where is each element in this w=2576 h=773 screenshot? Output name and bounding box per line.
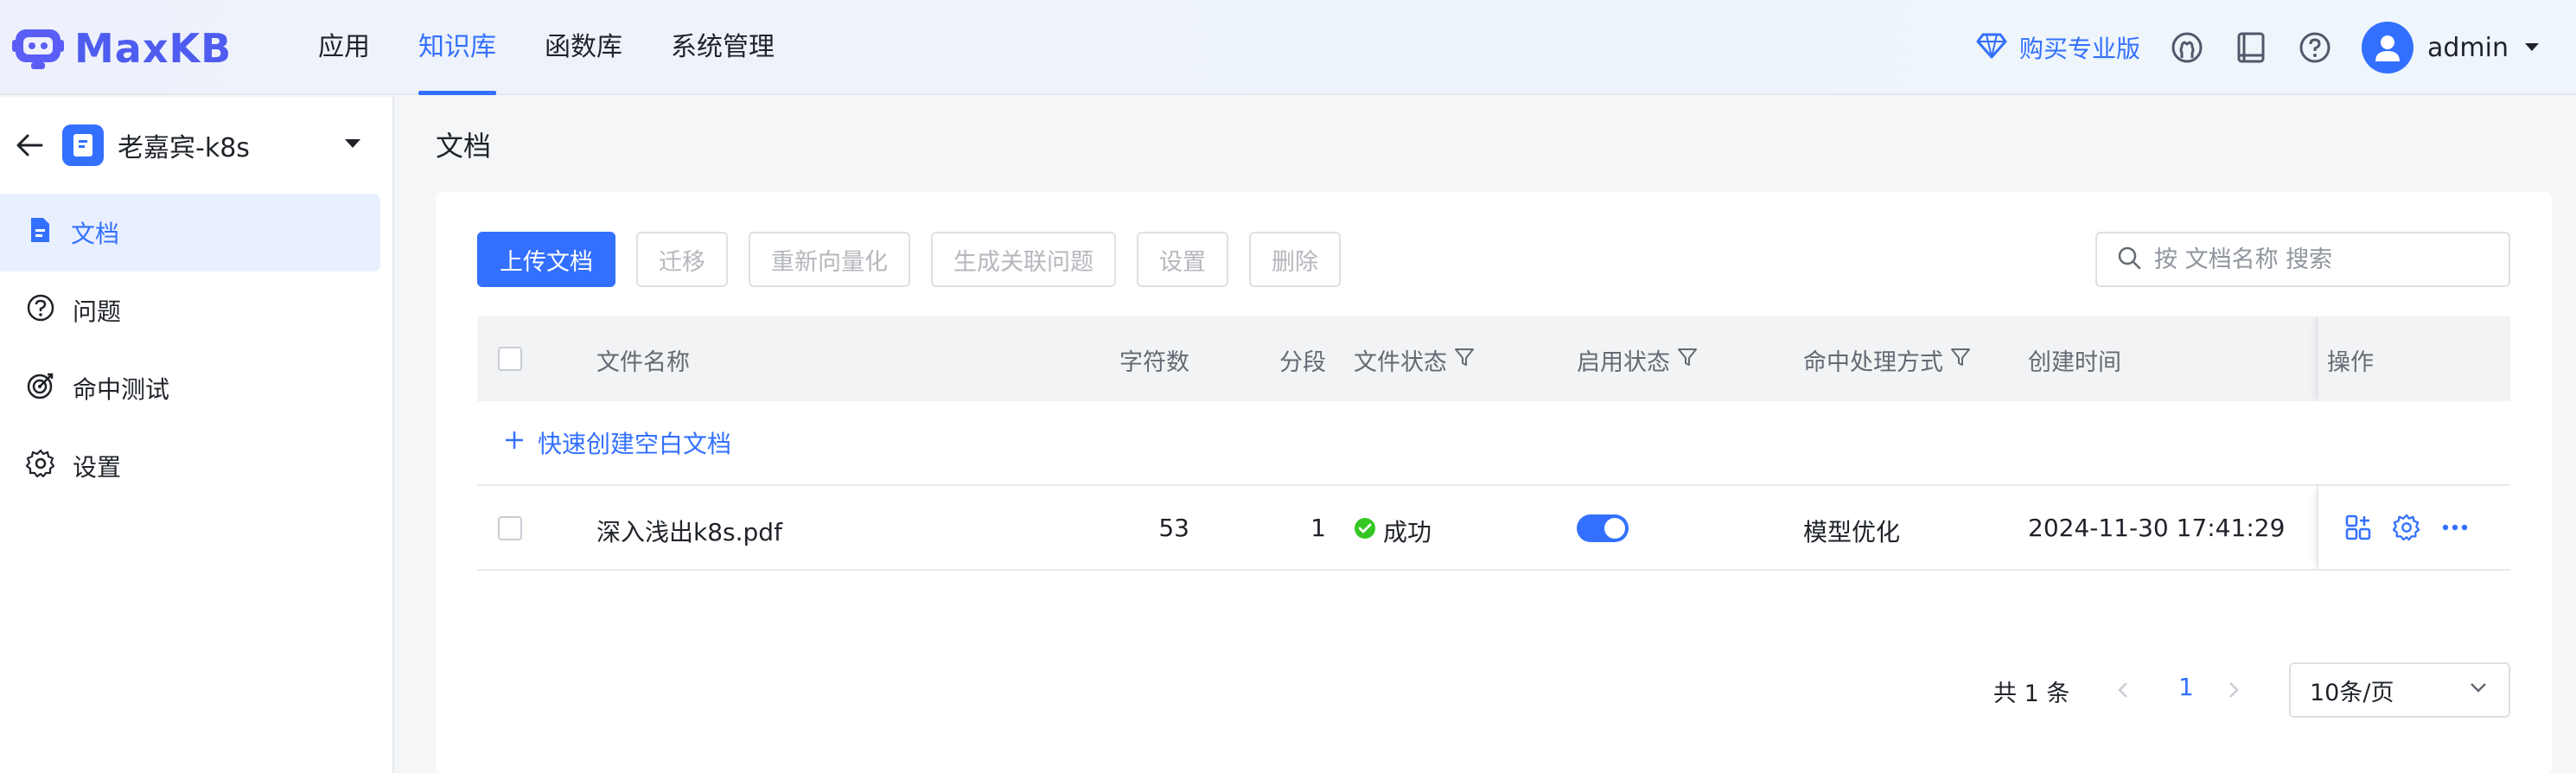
knowledge-base-icon xyxy=(62,125,104,166)
documents-table: 文件名称 字符数 分段 文件状态 启用状态 命中处理方式 创建时间 操作 快速创… xyxy=(477,316,2510,718)
col-segments: 分段 xyxy=(1279,349,1326,376)
col-chars: 字符数 xyxy=(1119,349,1189,376)
migrate-button[interactable]: 迁移 xyxy=(636,232,728,287)
sidebar-item-documents[interactable]: 文档 xyxy=(0,194,380,272)
doc-created: 2024-11-30 17:41:29 xyxy=(2028,514,2286,542)
github-icon[interactable] xyxy=(2170,30,2204,65)
filter-icon[interactable] xyxy=(1950,347,1971,374)
buy-pro-button[interactable]: 购买专业版 xyxy=(1976,29,2140,67)
col-created: 创建时间 xyxy=(2028,349,2121,376)
toolbar: 上传文档 迁移 重新向量化 生成关联问题 设置 删除 xyxy=(477,232,1341,287)
col-ops: 操作 xyxy=(2327,349,2374,376)
header-actions: 购买专业版 admin xyxy=(1976,0,2541,95)
robot-logo-icon xyxy=(12,21,64,76)
sidebar-item-label: 问题 xyxy=(73,297,122,326)
sidebar-item-label: 设置 xyxy=(73,453,122,482)
doc-hit-mode: 模型优化 xyxy=(1803,518,1901,546)
logo[interactable]: MaxKB xyxy=(12,21,232,76)
delete-button[interactable]: 删除 xyxy=(1249,232,1341,287)
doc-chars: 53 xyxy=(1158,514,1189,542)
filter-icon[interactable] xyxy=(1677,347,1698,374)
next-page-icon[interactable] xyxy=(2222,678,2246,702)
sidebar-menu: 文档 问题 命中测试 设置 xyxy=(0,194,394,505)
page-title: 文档 xyxy=(436,130,492,163)
chevron-down-icon xyxy=(2467,676,2490,705)
nav-item-system[interactable]: 系统管理 xyxy=(647,0,799,95)
col-hit-mode-label: 命中处理方式 xyxy=(1803,349,1943,376)
nav-item-functions[interactable]: 函数库 xyxy=(520,0,647,95)
sidebar-item-label: 文档 xyxy=(71,220,120,248)
document-icon xyxy=(26,216,54,250)
col-hit-mode[interactable]: 命中处理方式 xyxy=(1803,343,1971,377)
search-box[interactable] xyxy=(2095,232,2510,287)
kb-selector: 老嘉宾-k8s xyxy=(0,97,394,194)
main-nav: 应用 知识库 函数库 系统管理 xyxy=(294,0,799,95)
success-check-icon xyxy=(1354,517,1376,546)
user-menu[interactable]: admin xyxy=(2362,22,2541,73)
col-enabled[interactable]: 启用状态 xyxy=(1577,343,1698,377)
username: admin xyxy=(2427,32,2509,63)
documents-card: 上传文档 迁移 重新向量化 生成关联问题 设置 删除 文件名称 字符数 分段 文… xyxy=(436,192,2552,773)
sidebar-item-settings[interactable]: 设置 xyxy=(0,427,380,505)
revectorize-button[interactable]: 重新向量化 xyxy=(749,232,910,287)
sidebar: 老嘉宾-k8s 文档 问题 命中测试 设置 xyxy=(0,97,394,773)
doc-name[interactable]: 深入浅出k8s.pdf xyxy=(596,514,782,548)
page-size-select[interactable]: 10条/页 xyxy=(2289,662,2510,718)
pagination-total: 共 1 条 xyxy=(1993,680,2070,707)
logo-text: MaxKB xyxy=(74,25,233,72)
quick-create-doc-link[interactable]: 快速创建空白文档 xyxy=(477,401,2510,486)
plus-icon xyxy=(503,429,526,457)
ops-header-cell: 操作 xyxy=(2317,316,2510,401)
sidebar-item-hit-test[interactable]: 命中测试 xyxy=(0,349,380,427)
table-row[interactable]: 深入浅出k8s.pdf 53 1 成功 模型优化 2024-11-30 17:4… xyxy=(477,486,2510,571)
generate-questions-button[interactable]: 生成关联问题 xyxy=(931,232,1116,287)
col-name: 文件名称 xyxy=(596,349,690,376)
kb-dropdown-caret-icon[interactable] xyxy=(342,133,363,154)
page-number-current[interactable]: 1 xyxy=(2178,673,2194,701)
doc-segments: 1 xyxy=(1310,514,1326,542)
col-enabled-label: 启用状态 xyxy=(1577,349,1670,376)
caret-down-icon xyxy=(2522,33,2541,63)
pagination: 共 1 条 1 10条/页 xyxy=(477,662,2510,718)
filter-icon[interactable] xyxy=(1454,347,1475,374)
sidebar-item-label: 命中测试 xyxy=(73,375,170,404)
target-icon xyxy=(26,371,55,406)
more-icon[interactable] xyxy=(2441,514,2469,547)
gear-icon[interactable] xyxy=(2392,514,2420,547)
nav-item-knowledge[interactable]: 知识库 xyxy=(394,0,520,95)
upload-document-button[interactable]: 上传文档 xyxy=(477,232,615,287)
row-action-icons xyxy=(2344,514,2469,547)
nav-item-apps[interactable]: 应用 xyxy=(294,0,394,95)
doc-status: 成功 xyxy=(1354,514,1431,548)
page-size-value: 10条/页 xyxy=(2310,679,2394,706)
diamond-icon xyxy=(1976,29,2007,67)
settings-button[interactable]: 设置 xyxy=(1137,232,1228,287)
sidebar-item-questions[interactable]: 问题 xyxy=(0,272,380,349)
prev-page-icon[interactable] xyxy=(2111,678,2135,702)
top-header: MaxKB 应用 知识库 函数库 系统管理 购买专业版 admin xyxy=(0,0,2576,95)
back-arrow-icon[interactable] xyxy=(12,128,47,163)
col-file-status[interactable]: 文件状态 xyxy=(1354,343,1475,377)
enable-toggle[interactable] xyxy=(1577,514,1629,542)
table-header: 文件名称 字符数 分段 文件状态 启用状态 命中处理方式 创建时间 操作 xyxy=(477,316,2510,401)
avatar xyxy=(2362,22,2413,73)
segment-settings-icon[interactable] xyxy=(2344,514,2372,547)
search-input[interactable] xyxy=(2154,246,2500,273)
col-file-status-label: 文件状态 xyxy=(1354,349,1447,376)
buy-pro-label: 购买专业版 xyxy=(2018,35,2140,63)
help-icon[interactable] xyxy=(2298,30,2332,65)
row-actions xyxy=(2317,486,2510,569)
book-icon[interactable] xyxy=(2234,30,2268,65)
question-icon xyxy=(26,293,55,329)
gear-icon xyxy=(25,449,55,484)
row-checkbox[interactable] xyxy=(498,516,522,540)
quick-create-label: 快速创建空白文档 xyxy=(538,430,732,458)
search-icon xyxy=(2116,245,2142,274)
doc-status-label: 成功 xyxy=(1383,518,1432,546)
kb-name[interactable]: 老嘉宾-k8s xyxy=(118,126,250,164)
select-all-checkbox[interactable] xyxy=(498,347,522,371)
